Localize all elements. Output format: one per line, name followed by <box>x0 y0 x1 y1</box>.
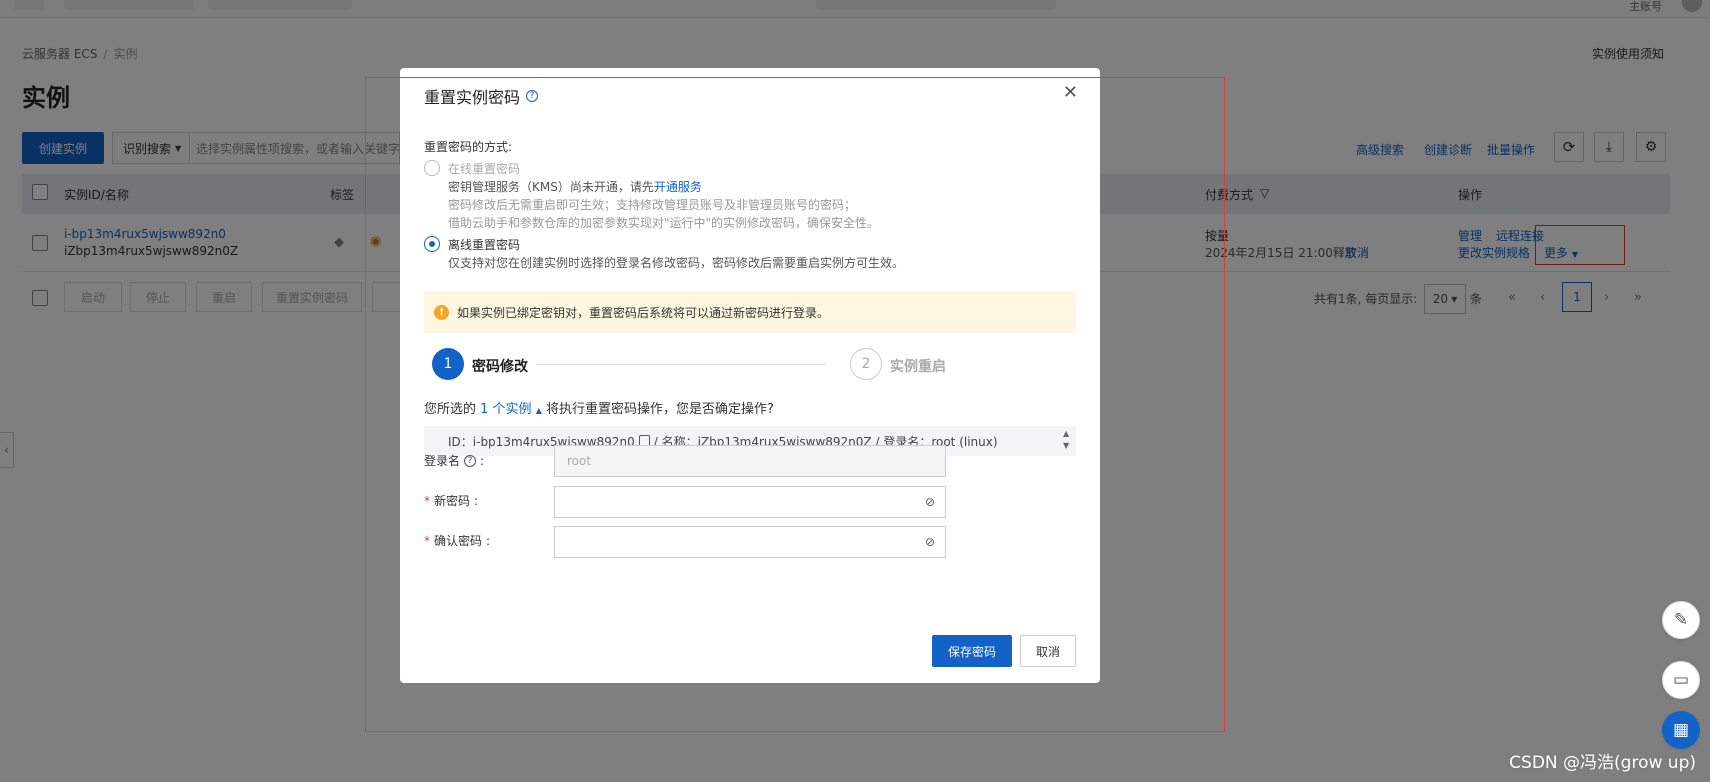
feedback-float-button[interactable]: ▭ <box>1662 661 1700 699</box>
annotation-box <box>365 77 1225 732</box>
chat-icon: ▭ <box>1672 670 1690 690</box>
apps-icon: ▦ <box>1672 720 1690 740</box>
watermark: CSDN @冯浩(grow up) <box>1509 753 1696 773</box>
apps-float-button[interactable]: ▦ <box>1662 711 1700 749</box>
edit-float-button[interactable]: ✎ <box>1662 601 1700 639</box>
pencil-icon: ✎ <box>1673 610 1689 630</box>
